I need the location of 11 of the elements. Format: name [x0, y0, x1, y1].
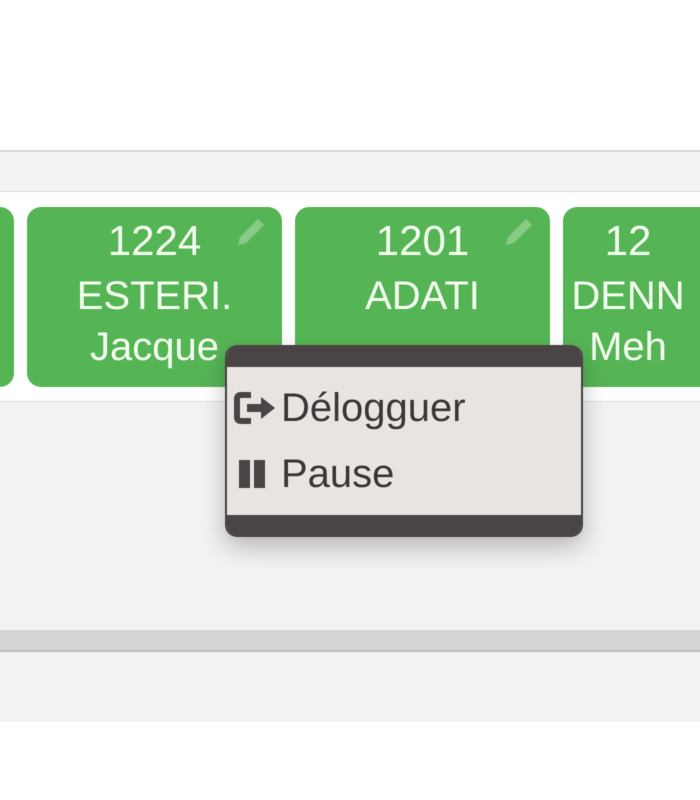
agent-number: 1201: [376, 216, 470, 266]
agent-name: ADATI: [365, 273, 480, 320]
agent-number: 1224: [108, 216, 202, 266]
agent-number: 12: [604, 216, 652, 266]
menu-item[interactable]: Pause: [227, 441, 581, 507]
agent-name: DENN: [571, 273, 685, 320]
agent-tile[interactable]: 1224 ESTERI. Jacque: [27, 207, 282, 387]
agent-name: ESTERI.: [76, 273, 232, 320]
agent-first-name: Meh: [589, 325, 667, 369]
agent-tile[interactable]: 12 DENN Meh: [563, 207, 700, 387]
agent-first-name: Jacque: [90, 325, 219, 369]
